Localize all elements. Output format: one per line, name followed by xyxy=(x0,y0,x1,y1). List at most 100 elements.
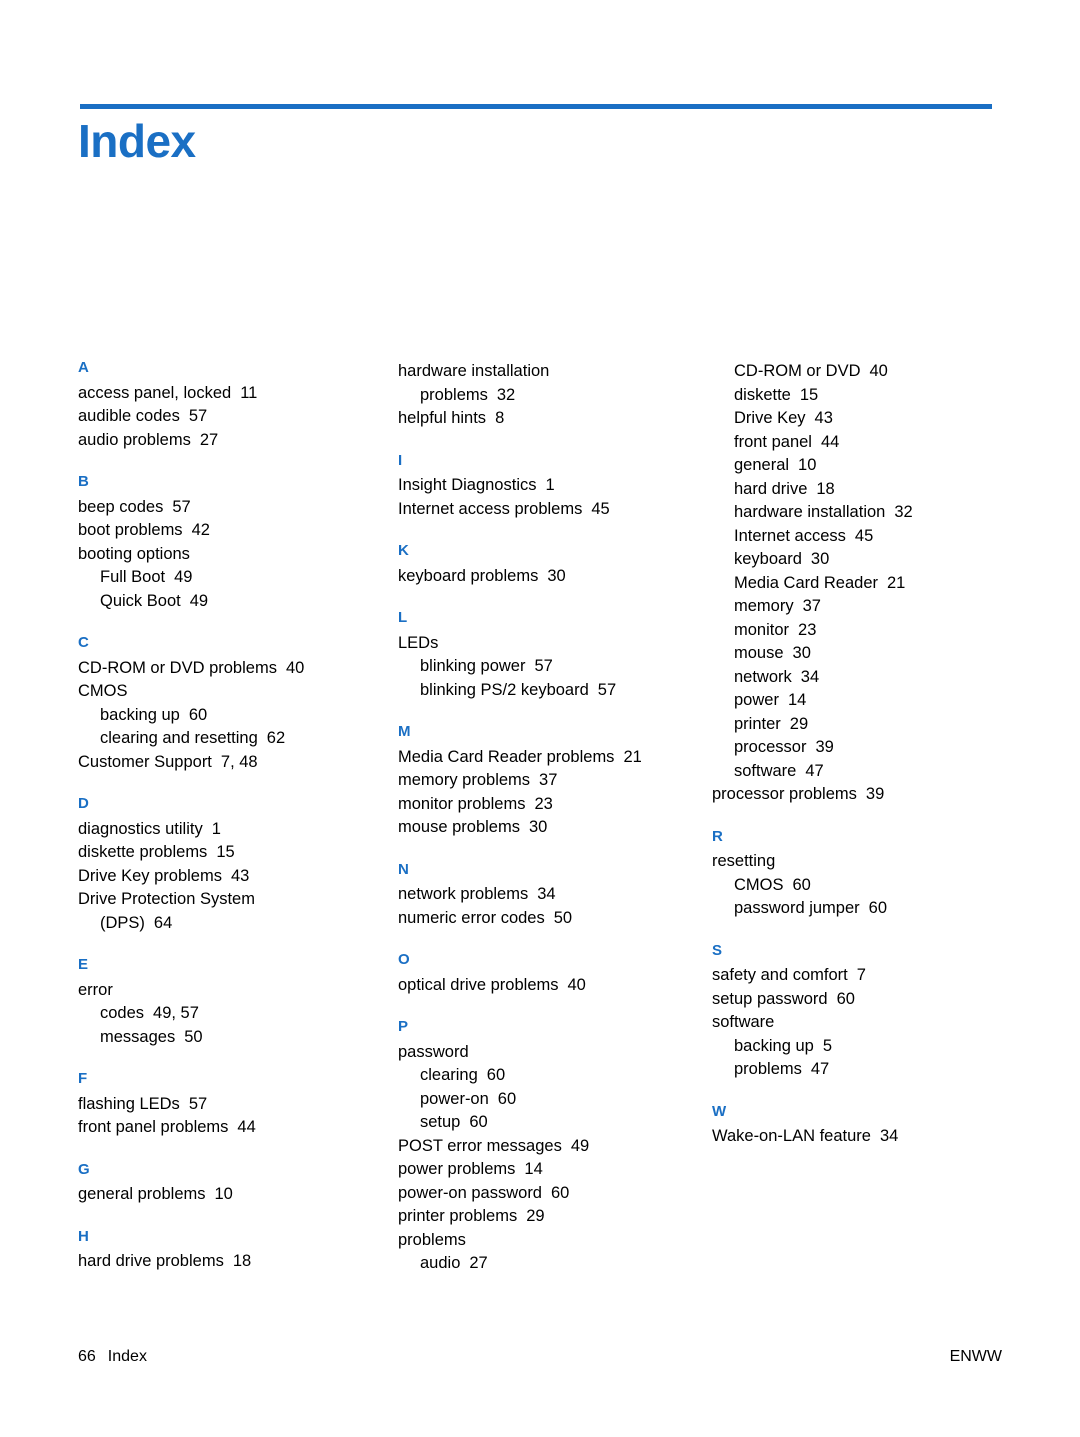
index-entry: general problems 10 xyxy=(78,1183,370,1207)
index-entry-text: flashing LEDs xyxy=(78,1094,180,1113)
index-subentry: codes 49, 57 xyxy=(78,1002,370,1026)
index-entry-page: 60 xyxy=(469,1113,488,1131)
index-columns: Aaccess panel, locked 11 audible codes 57 au… xyxy=(78,359,1002,1276)
index-letter-heading: K xyxy=(398,542,409,559)
index-subentry: keyboard 30 xyxy=(712,548,986,572)
index-entry-text: Media Card Reader xyxy=(734,573,878,592)
index-entry-text: booting options xyxy=(78,544,190,563)
index-entry-page: 27 xyxy=(469,1254,488,1272)
index-entry-text: monitor problems xyxy=(398,794,526,813)
index-entry-page: 39 xyxy=(865,785,885,803)
index-subentry: problems 32 xyxy=(398,384,678,408)
index-entry-text: printer xyxy=(734,714,781,733)
index-entry-page: 30 xyxy=(792,644,811,662)
index-entry-page: 10 xyxy=(798,456,817,474)
index-entry: memory problems 37 xyxy=(398,769,678,793)
index-subentry: Media Card Reader 21 xyxy=(712,572,986,596)
index-entry-page: 32 xyxy=(496,385,516,404)
index-subentry: power-on 60 xyxy=(398,1088,678,1112)
index-entry-page: 30 xyxy=(810,550,830,568)
index-entry-page: 42 xyxy=(191,521,210,539)
index-entry-text: password xyxy=(398,1042,469,1061)
index-subentry: clearing and resetting 62 xyxy=(78,727,370,751)
index-entry-page: 18 xyxy=(232,1252,252,1270)
index-entry-text: diskette problems xyxy=(78,843,208,861)
index-entry-text: numeric error codes xyxy=(398,908,545,927)
index-entry-page: 60 xyxy=(551,1183,570,1202)
index-entry-page: 60 xyxy=(868,899,887,917)
index-subentry: hardware installation 32 xyxy=(712,501,986,525)
index-entry-page: 57 xyxy=(188,1094,208,1113)
index-entry-text: password jumper xyxy=(734,899,860,917)
index-entry-text: software xyxy=(734,761,797,780)
index-entry: setup password 60 xyxy=(712,988,986,1012)
index-entry: resetting xyxy=(712,850,986,874)
index-subentry: setup 60 xyxy=(398,1111,678,1135)
index-entry-page: 49, 57 xyxy=(153,1004,199,1022)
index-subentry: hard drive 18 xyxy=(712,478,986,502)
index-subentry: software 47 xyxy=(712,760,986,784)
footer-right: ENWW xyxy=(949,1348,1002,1365)
index-entry-text: clearing xyxy=(420,1066,478,1084)
index-entry: CMOS xyxy=(78,680,370,704)
index-subentry: mouse 30 xyxy=(712,642,986,666)
index-entry-text: problems xyxy=(420,385,488,404)
index-entry-text: keyboard xyxy=(734,550,802,568)
index-entry-page: 39 xyxy=(815,738,834,756)
index-entry: front panel problems 44 xyxy=(78,1116,370,1140)
index-entry-page: 40 xyxy=(869,362,888,380)
index-entry: Drive Protection System xyxy=(78,888,370,912)
index-subentry: Internet access 45 xyxy=(712,525,986,549)
index-entry-text: boot problems xyxy=(78,521,183,539)
index-subentry: diskette 15 xyxy=(712,384,986,408)
index-entry: safety and comfort 7 xyxy=(712,964,986,988)
index-letter-heading: I xyxy=(398,451,403,469)
index-entry-text: Drive Protection System xyxy=(78,890,255,908)
index-letter-heading: D xyxy=(78,795,89,812)
index-entry: error xyxy=(78,979,370,1003)
index-entry-text: optical drive problems xyxy=(398,975,559,994)
index-entry-text: memory xyxy=(734,597,794,615)
index-entry-text: front panel xyxy=(734,432,812,451)
index-entry-text: power xyxy=(734,691,779,709)
index-entry-text: memory problems xyxy=(398,771,531,789)
index-entry: optical drive problems 40 xyxy=(398,974,678,998)
index-entry-page: 50 xyxy=(553,908,573,927)
index-entry: software xyxy=(712,1011,986,1035)
index-entry-page: 37 xyxy=(539,771,558,789)
index-entry-text: audio xyxy=(420,1254,461,1272)
index-subentry: processor 39 xyxy=(712,736,986,760)
index-entry-text: processor problems xyxy=(712,785,857,803)
index-entry: helpful hints 8 xyxy=(398,407,678,431)
index-entry-text: hard drive problems xyxy=(78,1252,224,1270)
index-subentry: (DPS) 64 xyxy=(78,912,370,936)
index-entry-text: backing up xyxy=(100,705,180,724)
index-entry: audible codes 57 xyxy=(78,405,370,429)
index-entry-text: codes xyxy=(100,1004,145,1022)
index-entry-text: Wake-on-LAN feature xyxy=(712,1127,871,1145)
index-column: hardware installation problems 32 helpful h… xyxy=(386,360,694,1276)
index-entry-page: 62 xyxy=(266,729,286,747)
index-entry-page: 29 xyxy=(526,1207,545,1225)
index-subentry: messages 50 xyxy=(78,1026,370,1050)
index-entry-text: power-on xyxy=(420,1089,489,1108)
index-entry-page: 45 xyxy=(591,499,610,518)
index-entry-page: 21 xyxy=(887,573,906,592)
index-letter-heading: F xyxy=(78,1070,88,1087)
index-entry-text: Internet access problems xyxy=(398,499,583,518)
index-entry: printer problems 29 xyxy=(398,1205,678,1229)
index-entry-text: messages xyxy=(100,1027,176,1046)
index-subentry: backing up 60 xyxy=(78,704,370,728)
index-entry-text: Internet access xyxy=(734,526,846,545)
index-letter-heading: L xyxy=(398,609,408,626)
index-entry: POST error messages 49 xyxy=(398,1135,678,1159)
index-entry-text: blinking power xyxy=(420,657,526,675)
index-subentry: problems 47 xyxy=(712,1058,986,1082)
index-subentry: Full Boot 49 xyxy=(78,566,370,590)
index-entry-text: processor xyxy=(734,738,807,756)
index-letter-heading: P xyxy=(398,1018,409,1035)
index-entry: audio problems 27 xyxy=(78,429,370,453)
index-entry-page: 64 xyxy=(153,913,173,932)
footer-label: Index xyxy=(107,1348,147,1365)
index-entry-page: 43 xyxy=(814,409,833,427)
